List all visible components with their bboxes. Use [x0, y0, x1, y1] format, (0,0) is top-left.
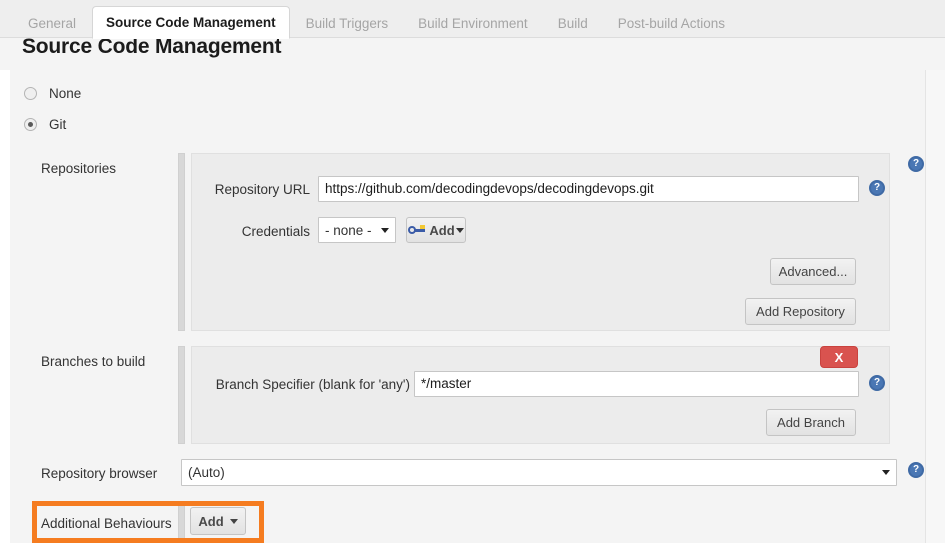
- add-repository-button[interactable]: Add Repository: [745, 298, 856, 325]
- additional-behaviours-add-button[interactable]: Add: [190, 507, 246, 535]
- scm-option-git[interactable]: Git: [24, 117, 66, 132]
- branch-specifier-input[interactable]: */master: [414, 371, 859, 397]
- repository-browser-select[interactable]: (Auto): [181, 459, 897, 486]
- repository-url-label: Repository URL: [214, 182, 310, 197]
- add-branch-button[interactable]: Add Branch: [766, 409, 856, 436]
- additional-behaviours-chevron-down-icon: [229, 518, 238, 524]
- add-credentials-button[interactable]: Add: [406, 217, 466, 243]
- advanced-button[interactable]: Advanced...: [770, 258, 856, 285]
- branches-section-label: Branches to build: [41, 354, 146, 369]
- repository-browser-help-icon[interactable]: ?: [908, 462, 924, 478]
- tab-post-build-actions[interactable]: Post-build Actions: [604, 8, 739, 38]
- add-credentials-chevron-down-icon: [455, 227, 464, 233]
- repositories-section-label: Repositories: [41, 161, 117, 176]
- tab-build[interactable]: Build: [544, 8, 602, 38]
- additional-behaviours-add-label: Add: [198, 513, 224, 529]
- config-tabbar: General Source Code Management Build Tri…: [0, 0, 945, 39]
- repository-url-help-icon[interactable]: ?: [869, 180, 885, 196]
- repositories-help-icon[interactable]: ?: [908, 156, 924, 172]
- radio-none-label: None: [49, 86, 82, 101]
- additional-behaviours-rail: [178, 503, 185, 540]
- credentials-label: Credentials: [241, 224, 310, 239]
- additional-behaviours-label: Additional Behaviours: [41, 516, 172, 531]
- radio-git[interactable]: [24, 118, 37, 131]
- radio-git-label: Git: [49, 117, 67, 132]
- credentials-select[interactable]: - none -: [318, 217, 396, 243]
- radio-none[interactable]: [24, 87, 37, 100]
- left-rail: [0, 70, 10, 543]
- config-form: None Git Repositories Repository URL htt…: [0, 70, 925, 543]
- repository-browser-chevron-down-icon: [882, 470, 890, 475]
- repository-browser-value: (Auto): [188, 465, 225, 480]
- add-credentials-label: Add: [429, 222, 455, 238]
- branch-specifier-label: Branch Specifier (blank for 'any'): [215, 377, 410, 392]
- tab-general[interactable]: General: [14, 8, 90, 38]
- tab-build-triggers[interactable]: Build Triggers: [292, 8, 403, 38]
- key-icon: [408, 224, 426, 236]
- right-gutter: [925, 70, 945, 543]
- tab-build-environment[interactable]: Build Environment: [404, 8, 542, 38]
- tab-source-code-management[interactable]: Source Code Management: [92, 6, 290, 39]
- branches-rail: [178, 346, 185, 444]
- repositories-rail: [178, 153, 185, 331]
- credentials-select-value: - none -: [325, 222, 372, 238]
- scm-option-none[interactable]: None: [24, 86, 81, 101]
- tab-list: General Source Code Management Build Tri…: [14, 0, 741, 39]
- delete-branch-button[interactable]: X: [820, 346, 858, 368]
- repository-browser-label: Repository browser: [41, 466, 158, 481]
- branch-specifier-help-icon[interactable]: ?: [869, 375, 885, 391]
- repository-url-input[interactable]: https://github.com/decodingdevops/decodi…: [318, 176, 859, 202]
- scm-config-page: General Source Code Management Build Tri…: [0, 0, 945, 543]
- chevron-down-icon: [381, 227, 389, 233]
